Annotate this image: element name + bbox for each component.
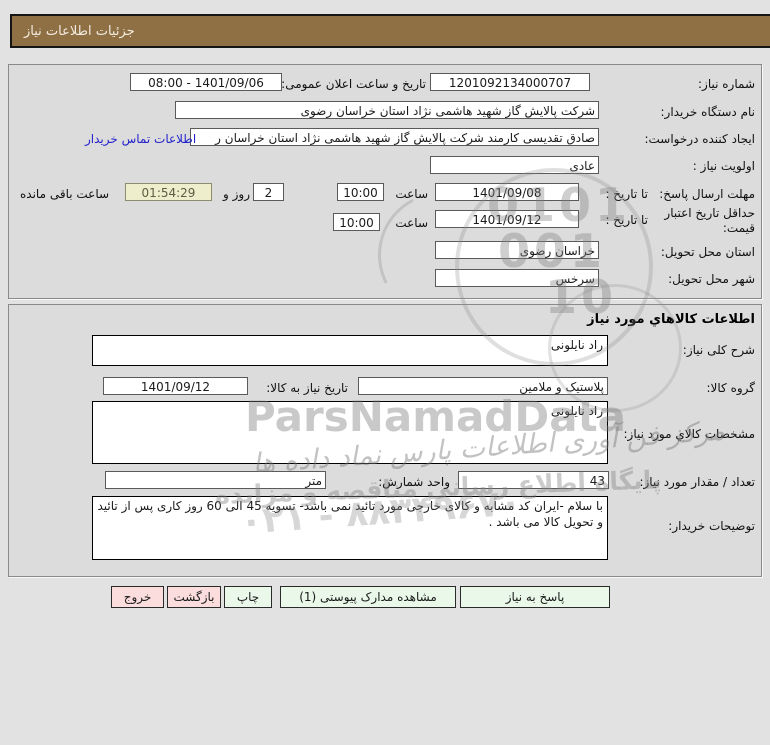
goods-group-label: گروه کالا: (706, 381, 756, 395)
price-validity-label: حداقل تاریخ اعتبار قیمت: (664, 206, 755, 235)
delivery-province-field[interactable]: خراسان رضوی (435, 241, 599, 259)
buyer-notes-label: توضیحات خریدار: (668, 519, 755, 533)
request-creator-label: ایجاد کننده درخواست: (644, 132, 755, 146)
view-attached-docs-button[interactable]: مشاهده مدارک پیوستی (1) (280, 586, 456, 608)
countdown-timer: 01:54:29 (125, 183, 212, 201)
announce-datetime-field[interactable]: 1401/09/06 - 08:00 (130, 73, 282, 91)
delivery-city-label: شهر محل تحویل: (668, 272, 755, 286)
reply-deadline-time-field[interactable]: 10:00 (337, 183, 384, 201)
remaining-days-field: 2 (253, 183, 284, 201)
priority-field[interactable]: عادی (430, 156, 599, 174)
delivery-province-label: استان محل تحویل: (660, 245, 755, 259)
buyer-org-label: نام دستگاه خریدار: (660, 105, 756, 119)
general-desc-textarea[interactable]: راد نایلونی (92, 335, 608, 366)
buyer-org-field[interactable]: شرکت پالایش گاز شهید هاشمی نژاد استان خر… (175, 101, 599, 119)
specs-label: مشخصات کالاي مورد نیاز: (623, 427, 755, 441)
page-title: جزئیات اطلاعات نیاز (24, 23, 135, 39)
exit-button[interactable]: خروج (111, 586, 164, 608)
goods-section-title: اطلاعات کالاهاي مورد نیاز (587, 312, 755, 327)
unit-field[interactable]: متر (105, 471, 326, 489)
need-info-panel (8, 64, 762, 299)
price-validity-hour-label: ساعت (395, 216, 428, 230)
need-number-field[interactable]: 1201092134000707 (430, 73, 590, 91)
general-desc-label: شرح کلی نیاز: (682, 343, 755, 357)
window-title-bar: جزئیات اطلاعات نیاز (10, 14, 770, 48)
buyer-notes-textarea[interactable]: با سلام -ایران کد مشابه و کالای خارجی مو… (92, 496, 608, 560)
reply-deadline-hour-label: ساعت (395, 187, 428, 201)
need-number-label: شماره نیاز: (698, 77, 755, 91)
reply-deadline-label: مهلت ارسال پاسخ: (659, 187, 755, 201)
buyer-contact-link[interactable]: اطلاعات تماس خریدار (85, 132, 196, 146)
delivery-city-field[interactable]: سرخس (435, 269, 599, 287)
need-date-label: تاریخ نیاز به کالا: (266, 381, 348, 395)
price-validity-date-field[interactable]: 1401/09/12 (435, 210, 579, 228)
quantity-label: تعداد / مقدار مورد نیاز: (639, 475, 755, 489)
reply-deadline-until-label: تا تاریخ : (605, 187, 648, 201)
hours-remaining-label: ساعت باقی مانده (20, 187, 110, 201)
price-validity-until-label: تا تاریخ : (605, 213, 648, 227)
unit-label: واحد شمارش: (378, 475, 450, 489)
request-creator-field[interactable]: صادق تقدیسی کارمند شرکت پالایش گاز شهید … (190, 128, 599, 146)
days-and-label: روز و (223, 187, 250, 201)
need-details-window: جزئیات اطلاعات نیاز شماره نیاز: 12010921… (0, 0, 770, 745)
print-button[interactable]: چاپ (224, 586, 272, 608)
respond-to-need-button[interactable]: پاسخ به نیاز (460, 586, 610, 608)
specs-textarea[interactable]: راد نایلونی (92, 401, 608, 464)
price-validity-time-field[interactable]: 10:00 (333, 213, 380, 231)
announce-datetime-label: تاریخ و ساعت اعلان عمومی: (281, 77, 426, 91)
goods-group-field[interactable]: پلاستیک و ملامین (358, 377, 608, 395)
reply-deadline-date-field[interactable]: 1401/09/08 (435, 183, 579, 201)
back-button[interactable]: بازگشت (167, 586, 221, 608)
priority-label: اولویت نیاز : (692, 159, 755, 173)
quantity-field[interactable]: 43 (458, 471, 609, 489)
need-date-field[interactable]: 1401/09/12 (103, 377, 248, 395)
